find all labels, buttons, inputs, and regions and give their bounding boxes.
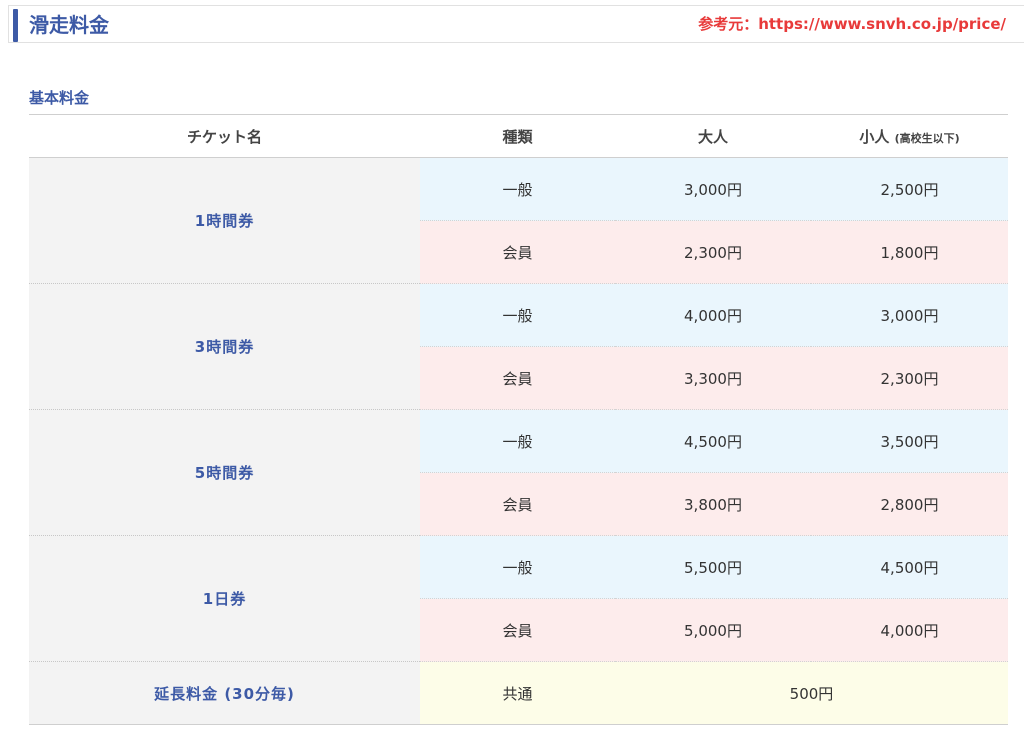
adult-price: 5,000円 <box>615 598 811 662</box>
table-row: 5時間券 一般 4,500円 3,500円 <box>29 409 1008 536</box>
ticket-name: 3時間券 <box>29 283 420 410</box>
section-title: 基本料金 <box>29 89 90 107</box>
child-price: 3,000円 <box>811 283 1008 347</box>
kind-cell: 会員 <box>420 346 615 410</box>
table-row: 1日券 一般 5,500円 4,500円 <box>29 535 1008 662</box>
child-price: 2,300円 <box>811 346 1008 410</box>
ticket-name: 1時間券 <box>29 157 420 284</box>
child-price: 1,800円 <box>811 220 1008 284</box>
child-note: (高校生以下) <box>894 131 960 145</box>
col-header-child: 小人 (高校生以下) <box>811 114 1008 158</box>
ticket-name: 1日券 <box>29 535 420 662</box>
adult-price: 2,300円 <box>615 220 811 284</box>
kind-cell: 一般 <box>420 283 615 347</box>
ticket-name: 5時間券 <box>29 409 420 536</box>
extension-price: 500円 <box>615 661 1008 725</box>
kind-cell: 会員 <box>420 598 615 662</box>
kind-cell: 一般 <box>420 409 615 473</box>
child-price: 4,500円 <box>811 535 1008 599</box>
extension-ticket-name: 延長料金 (30分毎) <box>29 661 420 725</box>
table-row: 1時間券 一般 3,000円 2,500円 <box>29 157 1008 284</box>
extension-kind: 共通 <box>420 661 615 725</box>
col-header-adult: 大人 <box>615 114 811 158</box>
child-price: 4,000円 <box>811 598 1008 662</box>
col-header-kind: 種類 <box>420 114 615 158</box>
kind-cell: 会員 <box>420 220 615 284</box>
page-title: 滑走料金 <box>29 13 109 37</box>
table-row: 3時間券 一般 4,000円 3,000円 <box>29 283 1008 410</box>
child-label: 小人 <box>859 127 890 146</box>
kind-cell: 一般 <box>420 157 615 221</box>
child-price: 3,500円 <box>811 409 1008 473</box>
kind-cell: 一般 <box>420 535 615 599</box>
adult-price: 3,800円 <box>615 472 811 536</box>
adult-price: 3,300円 <box>615 346 811 410</box>
extension-row: 延長料金 (30分毎) 共通 500円 <box>29 661 1008 725</box>
child-price: 2,500円 <box>811 157 1008 221</box>
section-header: 滑走料金 参考元：https://www.snvh.co.jp/price/ <box>8 5 1024 43</box>
kind-cell: 会員 <box>420 472 615 536</box>
child-price: 2,800円 <box>811 472 1008 536</box>
adult-price: 5,500円 <box>615 535 811 599</box>
col-header-ticket: チケット名 <box>29 114 420 158</box>
source-link[interactable]: 参考元：https://www.snvh.co.jp/price/ <box>698 14 1006 34</box>
price-table: チケット名 種類 大人 小人 (高校生以下) 1時間券 一般 3,000円 2,… <box>29 114 1008 725</box>
table-header-row: チケット名 種類 大人 小人 (高校生以下) <box>29 114 1008 158</box>
adult-price: 4,500円 <box>615 409 811 473</box>
adult-price: 4,000円 <box>615 283 811 347</box>
header-accent-bar <box>13 9 18 42</box>
adult-price: 3,000円 <box>615 157 811 221</box>
